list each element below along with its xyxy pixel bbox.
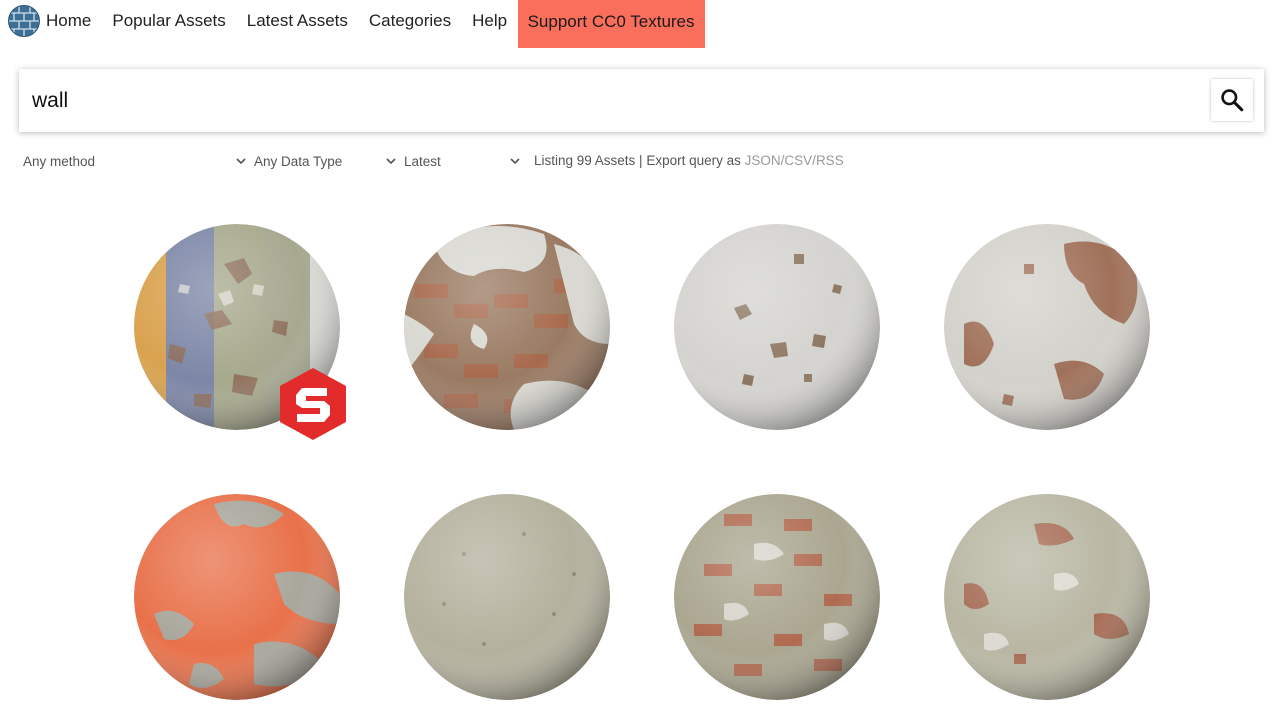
asset-card[interactable] xyxy=(942,492,1152,702)
nav-links: Home Popular Assets Latest Assets Catego… xyxy=(44,0,705,48)
brick-heavy-plaster-wall-sphere xyxy=(674,494,880,700)
asset-card[interactable] xyxy=(402,222,612,432)
asset-card[interactable] xyxy=(132,222,346,440)
sort-select[interactable]: Latest xyxy=(404,154,441,169)
chevron-down-icon[interactable] xyxy=(235,156,247,166)
chevron-down-icon[interactable] xyxy=(385,156,397,166)
listing-summary: Listing 99 Assets | Export query as JSON… xyxy=(534,153,844,168)
support-cc0-textures-button[interactable]: Support CC0 Textures xyxy=(517,0,705,48)
asset-card[interactable] xyxy=(132,492,342,702)
export-rss-link[interactable]: RSS xyxy=(816,153,844,168)
search-button[interactable] xyxy=(1211,79,1253,121)
search-icon xyxy=(1221,89,1244,112)
asset-card[interactable] xyxy=(942,222,1152,432)
light-green-plaster-brick-wall-sphere xyxy=(944,494,1150,700)
export-csv-link[interactable]: CSV xyxy=(784,153,812,168)
substance-icon xyxy=(280,368,346,440)
method-select[interactable]: Any method xyxy=(23,154,95,169)
brick-globe-icon[interactable] xyxy=(8,5,40,37)
white-plaster-wall-sphere xyxy=(674,224,880,430)
search-input[interactable] xyxy=(32,87,1192,115)
listing-count-text: Listing 99 Assets | Export query as xyxy=(534,153,745,168)
white-plaster-brick-patch-wall-sphere xyxy=(944,224,1150,430)
chevron-down-icon[interactable] xyxy=(509,156,521,166)
asset-card[interactable] xyxy=(672,222,882,432)
nav-latest-assets[interactable]: Latest Assets xyxy=(236,0,358,42)
search-bar xyxy=(19,69,1264,132)
asset-card[interactable] xyxy=(672,492,882,702)
orange-painted-wall-sphere xyxy=(134,494,340,700)
nav-categories[interactable]: Categories xyxy=(358,0,461,42)
nav-popular-assets[interactable]: Popular Assets xyxy=(102,0,236,42)
nav-help[interactable]: Help xyxy=(462,0,518,42)
asset-card[interactable] xyxy=(402,492,612,702)
top-navigation: Home Popular Assets Latest Assets Catego… xyxy=(0,0,1280,48)
peeling-plaster-brick-wall-sphere xyxy=(404,224,610,430)
filter-bar: Any method Any Data Type Latest Listing … xyxy=(0,150,1280,174)
export-json-link[interactable]: JSON xyxy=(745,153,781,168)
data-type-select[interactable]: Any Data Type xyxy=(254,154,342,169)
nav-home[interactable]: Home xyxy=(44,0,102,42)
green-plaster-wall-sphere xyxy=(404,494,610,700)
